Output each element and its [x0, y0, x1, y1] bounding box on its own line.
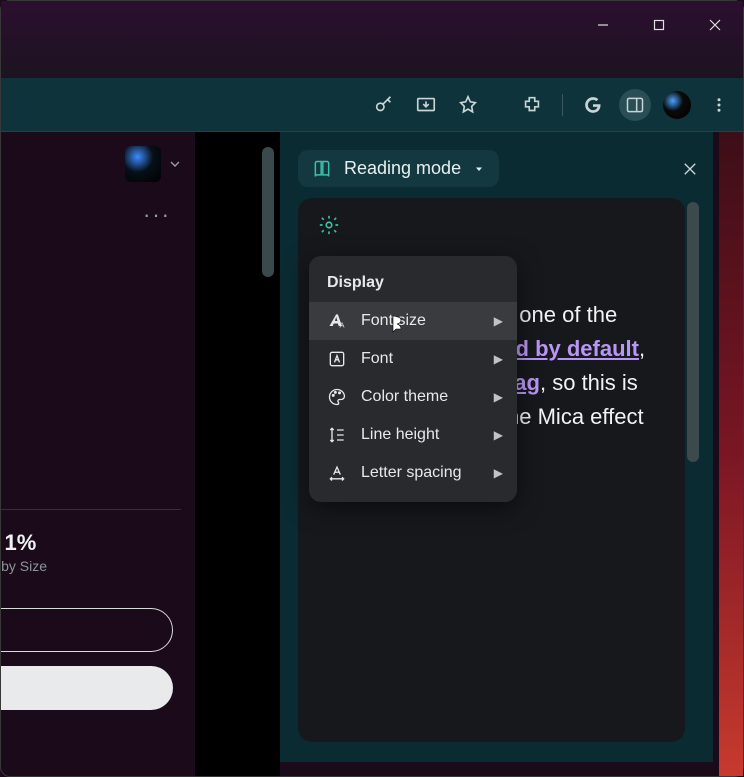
google-account-icon[interactable]: [577, 89, 609, 121]
menu-item-label: Font: [361, 350, 393, 368]
chevron-right-icon: ▶: [494, 352, 503, 366]
menu-item-letter-spacing[interactable]: Letter spacing ▶: [309, 454, 517, 492]
font-size-icon: A: [327, 311, 347, 331]
menu-section-title: Display: [309, 266, 517, 302]
install-icon[interactable]: [410, 89, 442, 121]
close-panel-button[interactable]: [681, 160, 699, 178]
line-height-icon: [327, 425, 347, 445]
member-count: 08: [1, 465, 181, 509]
chevron-down-icon: [167, 156, 183, 172]
community-description: - an independent, for everything to do s…: [1, 364, 181, 465]
window-controls: [575, 1, 743, 49]
reading-mode-selector[interactable]: Reading mode: [298, 150, 499, 187]
user-menu[interactable]: [125, 146, 183, 182]
palette-icon: [327, 387, 347, 407]
book-icon: [312, 159, 332, 179]
profile-avatar[interactable]: [661, 89, 693, 121]
star-icon[interactable]: [452, 89, 484, 121]
chevron-right-icon: ▶: [494, 428, 503, 442]
reading-mode-label: Reading mode: [344, 158, 461, 179]
article-link[interactable]: ed by default: [503, 336, 639, 361]
menu-item-line-height[interactable]: Line height ▶: [309, 416, 517, 454]
mouse-cursor: [385, 314, 407, 340]
menu-item-label: Letter spacing: [361, 464, 462, 482]
dropdown-triangle-icon: [473, 163, 485, 175]
letter-spacing-icon: [327, 463, 347, 483]
menu-item-label: Line height: [361, 426, 439, 444]
divider: [1, 509, 181, 510]
menu-item-font[interactable]: Font ▶: [309, 340, 517, 378]
reader-scrollbar-thumb[interactable]: [687, 202, 699, 462]
side-panel-toggle[interactable]: [619, 89, 651, 121]
create-post-button[interactable]: e Post: [1, 666, 173, 710]
maximize-button[interactable]: [631, 1, 687, 49]
chevron-right-icon: ▶: [494, 466, 503, 480]
menu-item-font-size[interactable]: A Font size ▶: [309, 302, 517, 340]
menu-item-label: Color theme: [361, 388, 448, 406]
toolbar-separator: [562, 94, 563, 116]
left-app-panel: ··· - an independent, for everything to …: [1, 132, 195, 776]
minimize-button[interactable]: [575, 1, 631, 49]
menu-item-color-theme[interactable]: Color theme ▶: [309, 378, 517, 416]
extensions-icon[interactable]: [516, 89, 548, 121]
key-icon[interactable]: [368, 89, 400, 121]
scrollbar-thumb[interactable]: [262, 147, 274, 277]
more-menu-icon[interactable]: [703, 89, 735, 121]
rank-stat: Top 1% Ranked by Size: [1, 530, 181, 574]
browser-toolbar: [1, 78, 743, 132]
chevron-right-icon: ▶: [494, 390, 503, 404]
reader-settings-button[interactable]: [318, 214, 665, 236]
svg-text:A: A: [340, 321, 345, 330]
chevron-right-icon: ▶: [494, 314, 503, 328]
reader-scrollbar[interactable]: [687, 202, 699, 738]
edit-icon[interactable]: [1, 710, 181, 764]
user-avatar: [125, 146, 161, 182]
font-icon: [327, 349, 347, 369]
display-settings-menu: Display A Font size ▶ Font ▶ Color theme…: [309, 256, 517, 502]
joined-button[interactable]: ed: [1, 608, 173, 652]
overflow-menu[interactable]: ···: [1, 196, 181, 244]
close-window-button[interactable]: [687, 1, 743, 49]
desktop-background-slice: [719, 132, 743, 776]
